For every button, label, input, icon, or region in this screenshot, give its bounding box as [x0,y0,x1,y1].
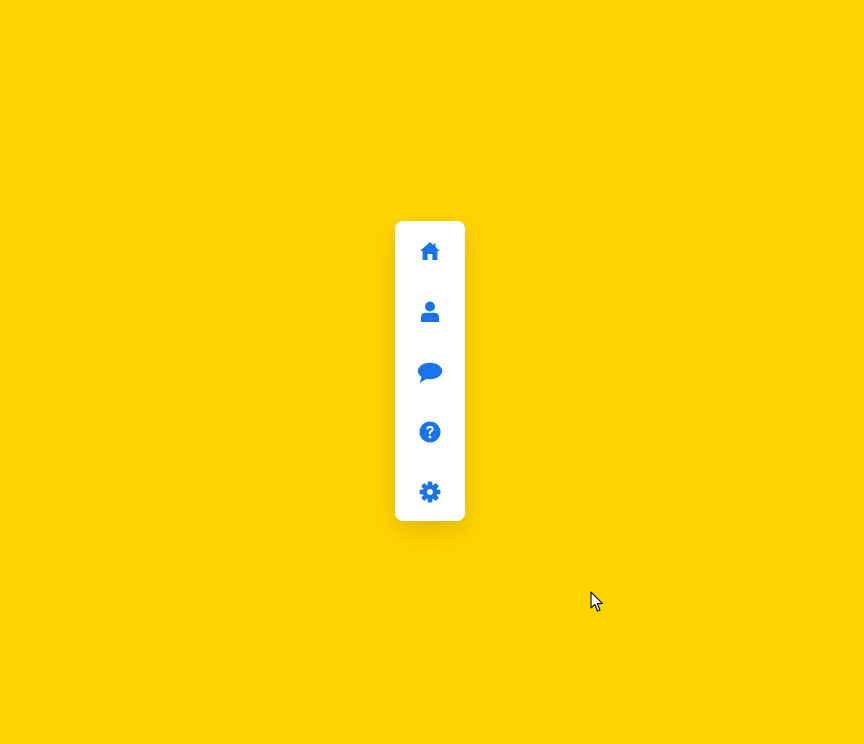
vertical-nav-panel [395,221,465,521]
nav-item-messages[interactable] [395,351,465,395]
gear-icon [419,481,441,503]
chat-icon [417,362,443,384]
home-icon [419,241,441,261]
nav-item-help[interactable] [395,410,465,454]
nav-item-settings[interactable] [395,470,465,514]
user-icon [421,301,439,323]
nav-item-home[interactable] [395,229,465,273]
mouse-cursor-icon [590,591,604,613]
nav-item-profile[interactable] [395,290,465,334]
help-icon [419,421,441,443]
